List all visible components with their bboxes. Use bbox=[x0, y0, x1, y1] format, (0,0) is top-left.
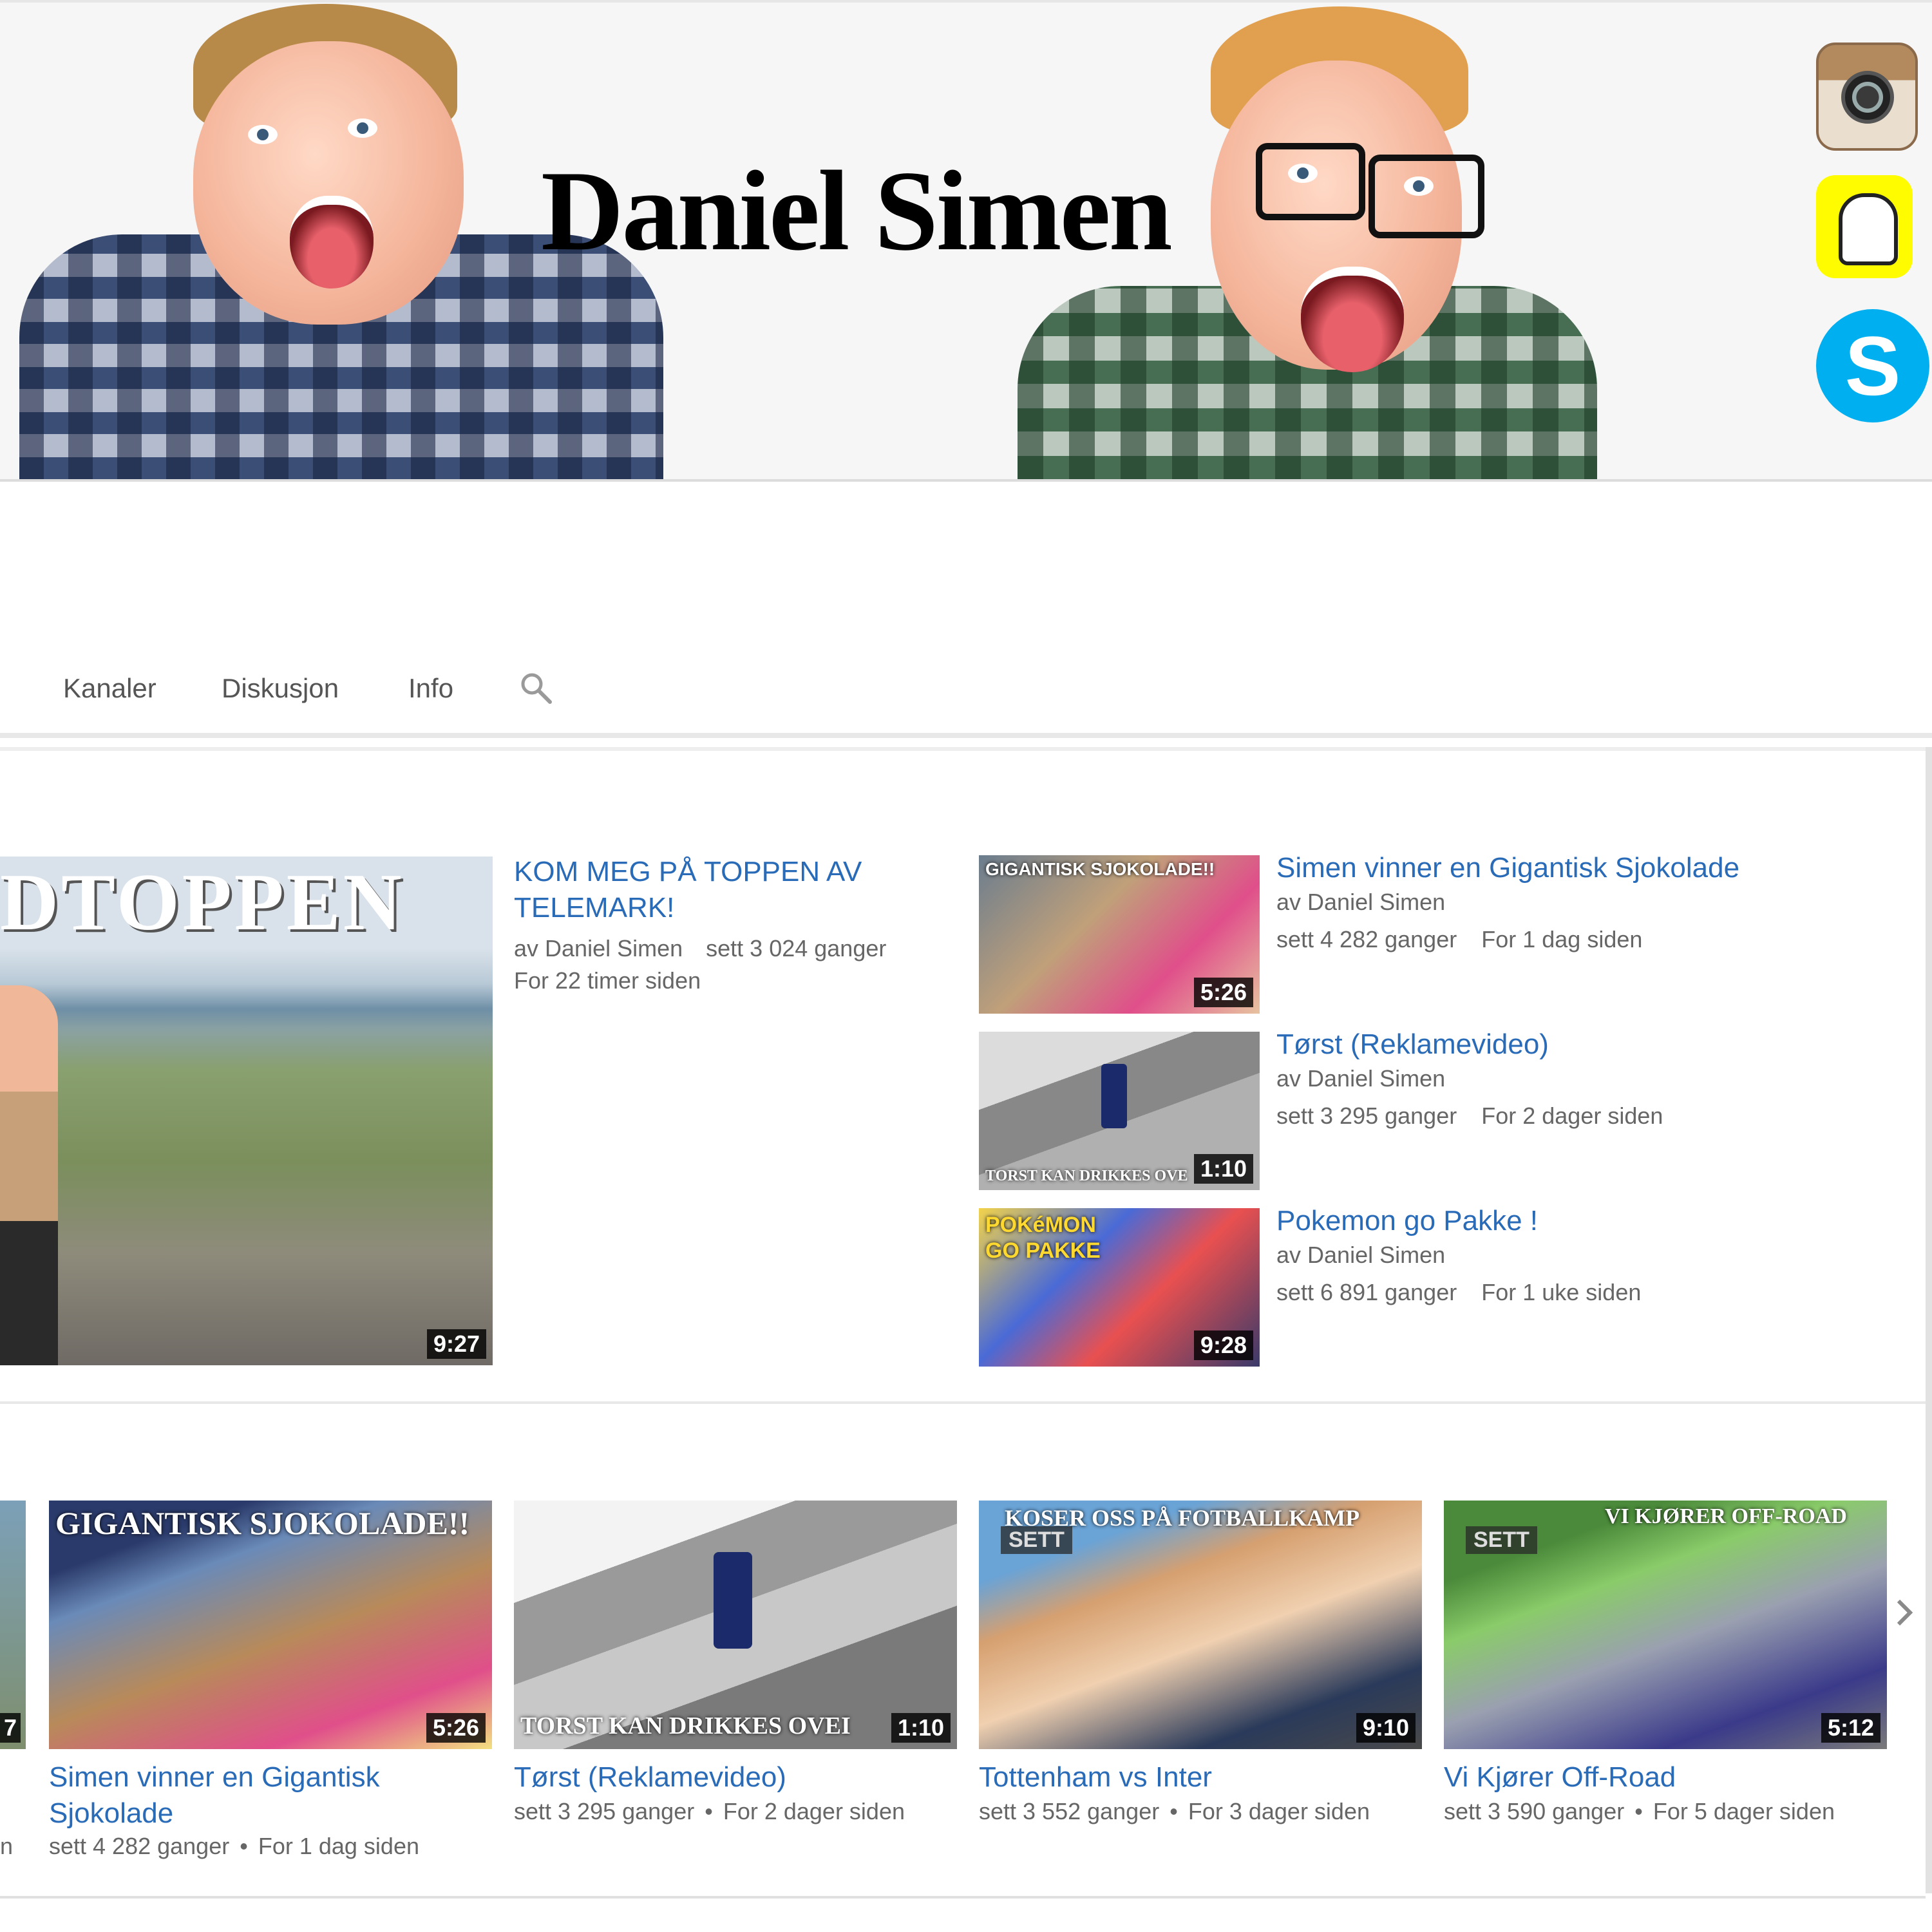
video-author[interactable]: av Daniel Simen bbox=[1276, 1063, 1445, 1095]
upload-age: For 1 uke siden bbox=[1481, 1279, 1642, 1305]
video-stats: sett 3 295 ganger For 2 dager siden bbox=[1276, 1100, 1663, 1132]
video-stats: sett 6 891 ganger For 1 uke siden bbox=[1276, 1276, 1641, 1309]
video-stats: sett 4 282 ganger For 1 dag siden bbox=[1276, 923, 1642, 956]
video-duration: 5:26 bbox=[426, 1713, 486, 1743]
upload-age: For 22 timer siden bbox=[514, 967, 701, 994]
upload-age: For 2 dager siden bbox=[723, 1798, 905, 1824]
video-stats: sett 4 282 ganger • For 1 dag siden bbox=[49, 1830, 419, 1862]
section-divider bbox=[0, 1401, 1926, 1404]
video-thumbnail[interactable]: VI KJØRER OFF-ROAD SETT 5:12 bbox=[1444, 1501, 1887, 1749]
thumbnail-caption: TORST KAN DRIKKES OVE bbox=[985, 1168, 1188, 1184]
video-duration: 1:10 bbox=[1193, 1154, 1253, 1184]
channel-name: Daniel Simen bbox=[541, 147, 1173, 274]
video-stats: sett 3 590 ganger • For 5 dager siden bbox=[1444, 1795, 1835, 1828]
video-duration: 5:12 bbox=[1821, 1713, 1880, 1743]
video-thumbnail[interactable]: TORST KAN DRIKKES OVE 1:10 bbox=[979, 1032, 1260, 1190]
view-count: sett 6 891 ganger bbox=[1276, 1279, 1457, 1305]
video-title[interactable]: Tørst (Reklamevideo) bbox=[1276, 1027, 1549, 1063]
skype-icon[interactable]: S bbox=[1816, 309, 1929, 422]
tab-info[interactable]: Info bbox=[408, 673, 453, 704]
featured-video-meta: av Daniel Simen sett 3 024 ganger bbox=[514, 933, 886, 965]
search-icon[interactable] bbox=[519, 671, 553, 705]
tab-kanaler[interactable]: Kanaler bbox=[63, 673, 156, 704]
watched-badge: SETT bbox=[1001, 1526, 1072, 1554]
separator-dot: • bbox=[1634, 1798, 1643, 1824]
video-title[interactable]: Simen vinner en Gigantisk Sjokolade bbox=[1276, 850, 1739, 886]
separator-dot: • bbox=[1170, 1798, 1178, 1824]
view-count: sett 4 282 ganger bbox=[1276, 926, 1457, 952]
video-title[interactable]: Tottenham vs Inter bbox=[979, 1759, 1423, 1795]
video-thumbnail[interactable]: TORST KAN DRIKKES OVEI 1:10 bbox=[514, 1501, 957, 1749]
channel-banner: Daniel Simen S bbox=[0, 0, 1932, 482]
video-duration: 7 bbox=[0, 1713, 21, 1743]
view-count: sett 3 295 ganger bbox=[514, 1798, 695, 1824]
video-author[interactable]: av Daniel Simen bbox=[514, 935, 683, 961]
view-count: sett 4 282 ganger bbox=[49, 1833, 230, 1859]
video-duration: 5:26 bbox=[1193, 978, 1253, 1007]
watched-badge: SETT bbox=[1466, 1526, 1537, 1554]
upload-age: For 3 dager siden bbox=[1188, 1798, 1370, 1824]
instagram-icon[interactable] bbox=[1816, 43, 1918, 151]
upload-age: For 1 dag siden bbox=[1481, 926, 1643, 952]
chevron-right-icon[interactable] bbox=[1895, 1597, 1914, 1628]
video-thumbnail[interactable]: POKéMON GO PAKKE 9:28 bbox=[979, 1208, 1260, 1367]
video-duration: 9:10 bbox=[1356, 1713, 1416, 1743]
video-stats-partial: n bbox=[0, 1833, 14, 1859]
snapchat-icon[interactable] bbox=[1816, 175, 1913, 278]
video-title[interactable]: Simen vinner en Gigantisk Sjokolade bbox=[49, 1759, 493, 1832]
content-divider bbox=[0, 747, 1932, 751]
upload-age: For 1 dag siden bbox=[258, 1833, 419, 1859]
separator-dot: • bbox=[240, 1833, 248, 1859]
thumbnail-caption: GIGANTISK SJOKOLADE!! bbox=[985, 859, 1215, 879]
video-thumbnail[interactable]: KOSER OSS PÅ FOTBALLKAMP SETT 9:10 bbox=[979, 1501, 1422, 1749]
separator-dot: • bbox=[705, 1798, 713, 1824]
video-duration: 1:10 bbox=[891, 1713, 951, 1743]
thumbnail-caption: TORST KAN DRIKKES OVEI bbox=[520, 1712, 851, 1739]
thumbnail-caption: VI KJØRER OFF-ROAD bbox=[1605, 1504, 1847, 1528]
scrollbar-track[interactable] bbox=[1926, 747, 1932, 1893]
featured-video-title[interactable]: KOM MEG PÅ TOPPEN AV TELEMARK! bbox=[514, 854, 926, 926]
view-count: sett 3 552 ganger bbox=[979, 1798, 1160, 1824]
video-stats: sett 3 295 ganger • For 2 dager siden bbox=[514, 1795, 905, 1828]
video-duration: 9:28 bbox=[1193, 1331, 1253, 1360]
featured-video-thumbnail[interactable]: DTOPPEN 9:27 bbox=[0, 857, 493, 1365]
thumbnail-caption: POKéMON GO PAKKE bbox=[985, 1213, 1101, 1263]
tab-diskusjon[interactable]: Diskusjon bbox=[222, 673, 339, 704]
view-count: sett 3 295 ganger bbox=[1276, 1103, 1457, 1129]
video-thumbnail[interactable]: GIGANTISK SJOKOLADE!! 5:26 bbox=[979, 855, 1260, 1014]
video-duration: 9:27 bbox=[426, 1329, 486, 1359]
view-count: sett 3 590 ganger bbox=[1444, 1798, 1625, 1824]
thumbnail-caption: GIGANTISK SJOKOLADE!! bbox=[55, 1505, 470, 1541]
video-author[interactable]: av Daniel Simen bbox=[1276, 1239, 1445, 1271]
upload-age: For 2 dager siden bbox=[1481, 1103, 1663, 1129]
video-title[interactable]: Pokemon go Pakke ! bbox=[1276, 1203, 1538, 1239]
video-thumbnail-partial[interactable]: 7 bbox=[0, 1501, 26, 1749]
view-count: sett 3 024 ganger bbox=[706, 935, 887, 961]
video-stats: sett 3 552 ganger • For 3 dager siden bbox=[979, 1795, 1370, 1828]
thumbnail-caption: DTOPPEN bbox=[0, 858, 404, 947]
video-author[interactable]: av Daniel Simen bbox=[1276, 886, 1445, 918]
section-divider bbox=[0, 1896, 1926, 1899]
video-title[interactable]: Vi Kjører Off-Road bbox=[1444, 1759, 1888, 1795]
upload-age: For 5 dager siden bbox=[1653, 1798, 1835, 1824]
video-thumbnail[interactable]: GIGANTISK SJOKOLADE!! 5:26 bbox=[49, 1501, 492, 1749]
video-title[interactable]: Tørst (Reklamevideo) bbox=[514, 1759, 958, 1795]
